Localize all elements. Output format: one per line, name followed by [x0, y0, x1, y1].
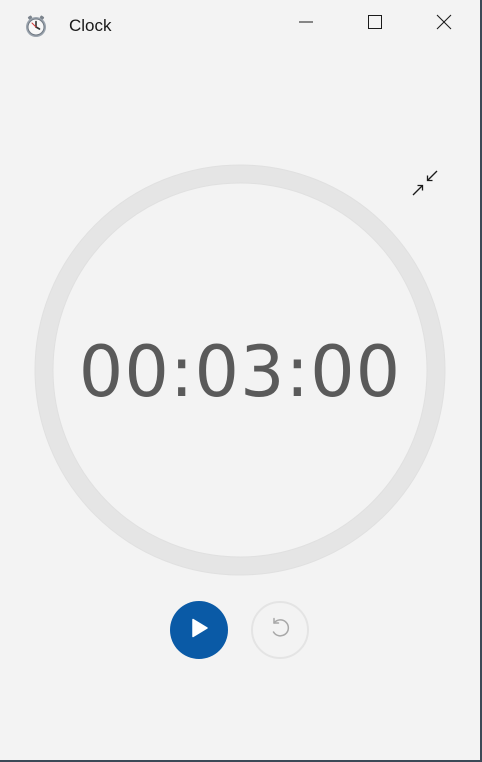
play-icon — [188, 617, 210, 644]
minimize-icon — [298, 14, 314, 35]
minimize-button[interactable] — [283, 0, 329, 48]
window-title: Clock — [69, 16, 112, 35]
reset-button[interactable] — [251, 601, 309, 659]
maximize-button[interactable] — [352, 0, 398, 48]
play-button[interactable] — [170, 601, 228, 659]
maximize-icon — [367, 14, 383, 35]
clock-window: Clock 00:03:00 — [0, 0, 482, 762]
timer-time-display: 00:03:00 — [78, 331, 402, 413]
reset-icon — [267, 615, 293, 646]
close-button[interactable] — [421, 0, 467, 48]
close-icon — [436, 14, 452, 35]
alarm-clock-icon — [24, 14, 48, 38]
title-bar[interactable]: Clock — [0, 0, 480, 50]
